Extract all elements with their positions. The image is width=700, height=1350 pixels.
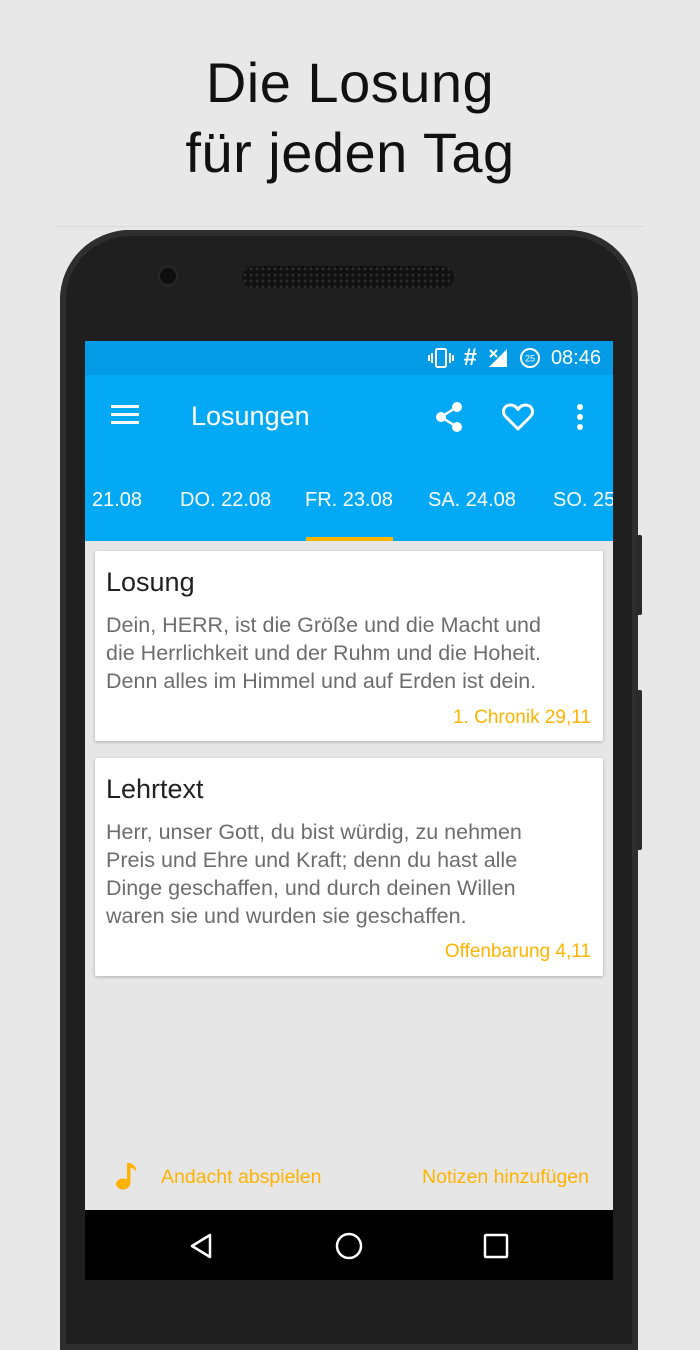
home-icon[interactable]: [331, 1228, 367, 1264]
tab-date-25[interactable]: SO. 25: [553, 489, 613, 512]
lehrtext-card: Lehrtext Herr, unser Gott, du bist würdi…: [95, 758, 603, 976]
date-tabs: 21.08 DO. 22.08 FR. 23.08 SA. 24.08 SO. …: [85, 459, 613, 541]
promo-line-2: für jeden Tag: [185, 121, 515, 184]
app-bar: Losungen: [85, 375, 613, 459]
tab-date-21[interactable]: 21.08: [92, 489, 142, 512]
hash-icon: #: [463, 344, 477, 371]
promo-line-1: Die Losung: [205, 51, 495, 114]
divider: [56, 226, 644, 227]
promo-headline: Die Losung für jeden Tag: [0, 48, 700, 188]
losung-text: Dein, HERR, ist die Größe und die Macht …: [106, 611, 596, 695]
bottom-actions: Andacht abspielen Notizen hinzufügen: [85, 1161, 613, 1211]
lehrtext-title: Lehrtext: [106, 774, 204, 804]
navigation-bar: [85, 1210, 613, 1280]
lehrtext-line: Herr, unser Gott, du bist würdig, zu neh…: [106, 820, 522, 844]
losung-card: Losung Dein, HERR, ist die Größe und die…: [95, 551, 603, 741]
tab-date-22[interactable]: DO. 22.08: [180, 489, 271, 512]
camera-icon: [160, 268, 176, 284]
clock: 08:46: [550, 346, 601, 369]
losung-reference[interactable]: 1. Chronik 29,11: [453, 707, 591, 729]
more-vert-icon[interactable]: [560, 397, 600, 437]
lehrtext-line: Preis und Ehre und Kraft; denn du hast a…: [106, 848, 518, 872]
speaker-grille: [242, 266, 454, 288]
add-notes-button[interactable]: Notizen hinzufügen: [422, 1166, 589, 1189]
tab-date-24[interactable]: SA. 24.08: [428, 489, 516, 512]
screen: # 25 08:46 Losungen 21.08 DO. 22.08 FR. …: [85, 341, 613, 1280]
menu-icon[interactable]: [109, 403, 141, 431]
share-icon[interactable]: [429, 397, 469, 437]
recents-icon[interactable]: [478, 1228, 514, 1264]
tab-date-23[interactable]: FR. 23.08: [305, 489, 393, 512]
lehrtext-line: waren sie und wurden sie geschaffen.: [106, 904, 467, 928]
vibrate-icon: [427, 346, 454, 370]
heart-icon[interactable]: [498, 397, 538, 437]
back-icon[interactable]: [183, 1228, 219, 1264]
lehrtext-text: Herr, unser Gott, du bist würdig, zu neh…: [106, 818, 596, 930]
volume-button: [636, 690, 642, 850]
status-bar: # 25 08:46: [85, 341, 613, 375]
losung-line: die Herrlichkeit und der Ruhm und die Ho…: [106, 641, 542, 665]
losung-title: Losung: [106, 567, 195, 597]
losung-line: Dein, HERR, ist die Größe und die Macht …: [106, 613, 541, 637]
tab-indicator: [306, 537, 393, 541]
losung-line: Denn alles im Himmel und auf Erden ist d…: [106, 669, 537, 693]
play-devotion-button[interactable]: Andacht abspielen: [161, 1166, 321, 1189]
battery-label: 25: [525, 354, 535, 364]
battery-icon: 25: [519, 346, 541, 370]
power-button: [636, 535, 642, 615]
signal-no-data-icon: [487, 346, 509, 370]
music-note-icon[interactable]: [115, 1161, 139, 1191]
lehrtext-reference[interactable]: Offenbarung 4,11: [445, 941, 591, 963]
app-title: Losungen: [191, 401, 310, 431]
lehrtext-line: Dinge geschaffen, und durch deinen Wille…: [106, 876, 516, 900]
